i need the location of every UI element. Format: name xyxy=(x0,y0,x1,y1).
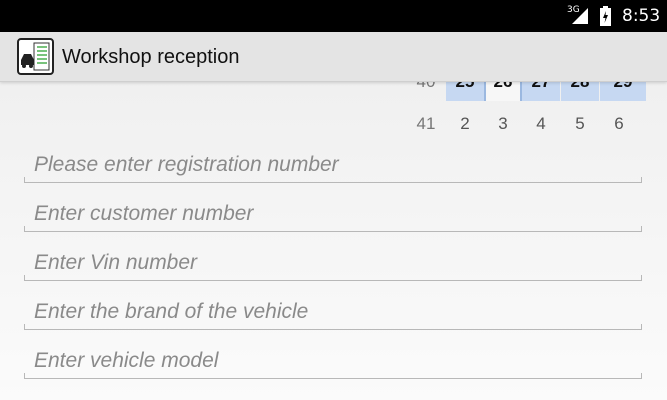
status-bar: 3G 8:53 xyxy=(0,0,667,32)
week-number: 41 xyxy=(416,114,436,133)
signal-strength-icon xyxy=(572,8,588,24)
main-content: 40 25 26 27 28 29 41 2 3 4 5 6 xyxy=(0,82,667,400)
customer-number-input[interactable] xyxy=(34,200,634,228)
calendar-day[interactable]: 25 xyxy=(446,82,484,101)
calendar-week-row: 40 25 26 27 28 29 xyxy=(0,82,667,103)
calendar-day[interactable]: 3 xyxy=(484,105,522,143)
app-title: Workshop reception xyxy=(62,46,240,68)
calendar-day[interactable]: 6 xyxy=(600,105,638,143)
registration-number-input[interactable] xyxy=(34,151,634,179)
registration-number-field[interactable] xyxy=(24,143,642,183)
calendar-day[interactable]: 29 xyxy=(600,82,646,101)
calendar-week-row: 41 2 3 4 5 6 xyxy=(0,105,667,145)
calendar-day[interactable]: 27 xyxy=(522,82,560,101)
vehicle-model-field[interactable] xyxy=(24,339,642,379)
clock-time: 8:53 xyxy=(622,6,661,26)
action-bar: Workshop reception xyxy=(0,32,667,82)
calendar-day[interactable]: 2 xyxy=(446,105,484,143)
vin-number-field[interactable] xyxy=(24,241,642,281)
calendar-day-today[interactable]: 26 xyxy=(484,82,522,101)
vehicle-brand-field[interactable] xyxy=(24,290,642,330)
car-document-icon[interactable] xyxy=(17,38,54,75)
vehicle-brand-input[interactable] xyxy=(34,298,634,326)
week-number: 40 xyxy=(407,82,445,101)
calendar-day[interactable]: 5 xyxy=(561,105,599,143)
calendar-day[interactable]: 28 xyxy=(561,82,599,101)
app-logo-graphic xyxy=(21,42,50,71)
calendar-day[interactable]: 4 xyxy=(522,105,560,143)
battery-charging-icon xyxy=(600,6,611,26)
vin-number-input[interactable] xyxy=(34,249,634,277)
vehicle-model-input[interactable] xyxy=(34,347,634,375)
customer-number-field[interactable] xyxy=(24,192,642,232)
